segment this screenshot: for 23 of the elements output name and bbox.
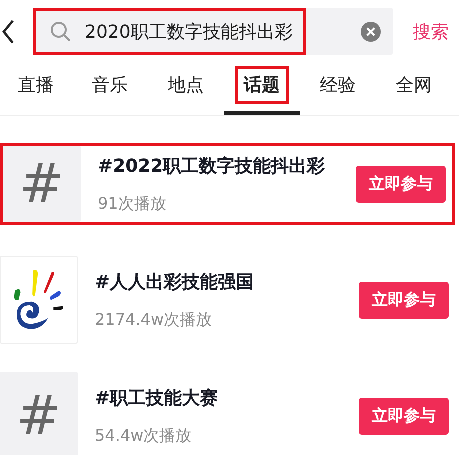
clear-icon[interactable] (361, 22, 381, 42)
tab[interactable]: 地点 (148, 58, 224, 115)
search-button[interactable]: 搜索 (413, 20, 449, 44)
topic-title[interactable]: #2022职工数字技能抖出彩 (98, 154, 356, 178)
topic-title[interactable]: #职工技能大赛 (95, 386, 359, 410)
search-query: 2020职工数字技能抖出彩 (85, 20, 293, 44)
tab[interactable]: 经验 (300, 58, 376, 115)
play-count: 54.4w次播放 (95, 426, 193, 446)
join-button[interactable]: 立即参与 (359, 398, 449, 434)
join-button[interactable]: 立即参与 (356, 166, 446, 202)
tab[interactable]: 直播 (0, 58, 72, 115)
tab[interactable]: 话题 (224, 58, 300, 115)
join-button[interactable]: 立即参与 (359, 282, 449, 318)
hash-symbol: # (16, 389, 62, 443)
tab[interactable]: 全网 (376, 58, 452, 115)
topic-title[interactable]: #人人出彩技能强国 (95, 270, 359, 294)
hash-symbol: # (19, 157, 65, 211)
play-count: 91次播放 (98, 194, 168, 214)
tab[interactable]: 音乐 (72, 58, 148, 115)
search-field[interactable]: 2020职工数字技能抖出彩 (33, 8, 393, 55)
back-icon[interactable] (1, 18, 16, 46)
search-icon (50, 21, 71, 42)
play-count: 2174.4w次播放 (95, 310, 214, 330)
